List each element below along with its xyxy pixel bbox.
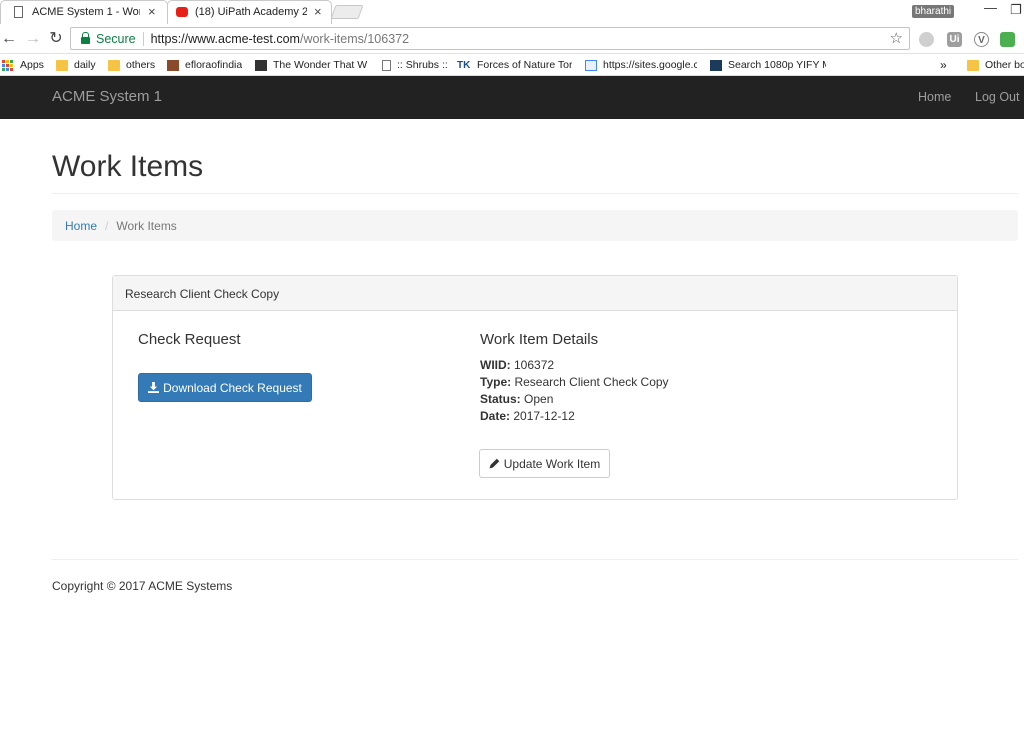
tk-icon: TK bbox=[457, 59, 471, 71]
detail-status: Status: Open bbox=[480, 392, 553, 406]
app-navbar: ACME System 1 Home Log Out bbox=[0, 76, 1024, 119]
wiid-value: 106372 bbox=[514, 358, 555, 372]
tab-acme[interactable]: ACME System 1 - Work It × bbox=[0, 0, 168, 24]
forward-arrow-icon[interactable]: → bbox=[24, 30, 42, 48]
back-arrow-icon[interactable]: ← bbox=[0, 30, 18, 48]
detail-type: Type: Research Client Check Copy bbox=[480, 375, 669, 389]
type-label: Type: bbox=[480, 375, 512, 389]
bookmark-label: daily bbox=[74, 59, 96, 71]
lock-extension-icon[interactable] bbox=[1000, 32, 1015, 47]
download-check-request-button[interactable]: Download Check Request bbox=[138, 373, 312, 402]
folder-icon bbox=[967, 59, 979, 71]
nav-logout-link[interactable]: Log Out bbox=[975, 90, 1019, 104]
page-title: Work Items bbox=[52, 150, 204, 183]
folder-icon bbox=[108, 59, 120, 71]
date-label: Date: bbox=[480, 409, 511, 423]
check-request-heading: Check Request bbox=[138, 331, 241, 348]
tab-uipath[interactable]: (18) UiPath Academy 2 - × bbox=[167, 0, 332, 24]
flower-icon bbox=[167, 59, 179, 71]
bookmark-star-icon[interactable]: ☆ bbox=[890, 29, 903, 47]
bookmark-sites[interactable]: https://sites.google.c bbox=[585, 57, 697, 73]
detail-wiid: WIID: 106372 bbox=[480, 358, 554, 372]
minimize-icon[interactable]: — bbox=[984, 0, 997, 15]
url-host: https://www.acme-test.com bbox=[150, 31, 300, 46]
apps-grid-icon bbox=[2, 59, 14, 71]
status-label: Status: bbox=[480, 392, 521, 406]
pencil-icon bbox=[489, 458, 500, 469]
folder-icon bbox=[56, 59, 68, 71]
bookmark-forces[interactable]: TK Forces of Nature Torn bbox=[457, 57, 572, 73]
bookmark-shrubs[interactable]: :: Shrubs :: bbox=[382, 57, 448, 73]
url-path: /work-items/106372 bbox=[299, 31, 410, 46]
bookmark-label: https://sites.google.c bbox=[603, 59, 697, 71]
update-button-label: Update Work Item bbox=[503, 456, 601, 471]
tab-acme-label: ACME System 1 - Work It bbox=[32, 6, 140, 18]
bookmarks-bar: Apps daily others efloraofindia The Wond… bbox=[0, 54, 1024, 76]
status-value: Open bbox=[524, 392, 554, 406]
title-divider bbox=[52, 193, 1018, 194]
nav-home-link[interactable]: Home bbox=[918, 90, 951, 104]
divider bbox=[142, 31, 144, 46]
bookmark-label: :: Shrubs :: bbox=[397, 59, 448, 71]
address-bar[interactable]: Secure https://www.acme-test.com/work-it… bbox=[70, 27, 910, 50]
bookmarks-overflow-icon[interactable]: » bbox=[940, 57, 947, 73]
footer-divider bbox=[52, 559, 1018, 560]
v-extension-icon[interactable]: V bbox=[974, 32, 989, 47]
breadcrumb-separator: / bbox=[105, 218, 109, 233]
extension-cloud-icon[interactable] bbox=[919, 32, 934, 47]
close-tab-icon[interactable]: × bbox=[148, 4, 156, 19]
wiid-label: WIID: bbox=[480, 358, 511, 372]
bookmark-others[interactable]: others bbox=[108, 57, 155, 73]
footer-copyright: Copyright © 2017 ACME Systems bbox=[52, 579, 233, 593]
tab-uipath-label: (18) UiPath Academy 2 - bbox=[195, 6, 307, 18]
bookmark-wonder[interactable]: The Wonder That Wa bbox=[255, 57, 367, 73]
browser-toolbar: ← → ↻ Secure https://www.acme-test.com/w… bbox=[0, 24, 1024, 54]
download-icon bbox=[148, 382, 160, 393]
bookmark-label: Search 1080p YIFY M bbox=[728, 59, 826, 71]
lock-icon bbox=[81, 32, 90, 44]
date-value: 2017-12-12 bbox=[513, 409, 575, 423]
bookmark-label: Forces of Nature Torn bbox=[477, 59, 572, 71]
type-value: Research Client Check Copy bbox=[514, 375, 669, 389]
brand-link[interactable]: ACME System 1 bbox=[52, 88, 162, 105]
secure-label: Secure bbox=[96, 31, 136, 46]
update-work-item-button[interactable]: Update Work Item bbox=[479, 449, 610, 478]
reload-icon[interactable]: ↻ bbox=[47, 30, 65, 48]
profile-badge[interactable]: bharathi bbox=[912, 5, 955, 18]
sites-icon bbox=[585, 59, 597, 71]
breadcrumb-home-link[interactable]: Home bbox=[65, 219, 97, 233]
museum-icon bbox=[255, 59, 267, 71]
film-icon bbox=[710, 59, 722, 71]
youtube-icon bbox=[176, 7, 188, 17]
uipath-extension-icon[interactable]: Ui bbox=[947, 32, 962, 47]
breadcrumb: Home / Work Items bbox=[52, 210, 1018, 241]
breadcrumb-current: Work Items bbox=[116, 218, 177, 233]
bookmark-daily[interactable]: daily bbox=[56, 57, 96, 73]
bookmark-label: Other bo bbox=[985, 59, 1024, 71]
panel-heading: Research Client Check Copy bbox=[113, 276, 957, 311]
browser-tabstrip: ACME System 1 - Work It × (18) UiPath Ac… bbox=[0, 0, 1024, 24]
bookmark-yify[interactable]: Search 1080p YIFY M bbox=[710, 57, 826, 73]
restore-icon[interactable]: ❐ bbox=[1010, 2, 1022, 18]
work-item-panel: Research Client Check Copy Check Request… bbox=[112, 275, 958, 500]
bookmark-label: others bbox=[126, 59, 156, 71]
bookmark-label: The Wonder That Wa bbox=[273, 59, 367, 71]
bookmark-other[interactable]: Other bo bbox=[967, 57, 1024, 73]
new-tab-button[interactable] bbox=[330, 5, 364, 19]
page-icon bbox=[14, 6, 23, 18]
work-item-details-heading: Work Item Details bbox=[480, 331, 599, 348]
bookmark-apps[interactable]: Apps bbox=[2, 57, 44, 73]
bookmark-label: efloraofindia bbox=[185, 59, 243, 71]
bookmark-efloraofindia[interactable]: efloraofindia bbox=[167, 57, 242, 73]
detail-date: Date: 2017-12-12 bbox=[480, 409, 575, 423]
close-tab-icon[interactable]: × bbox=[314, 4, 322, 19]
download-button-label: Download Check Request bbox=[163, 380, 302, 395]
bookmark-label: Apps bbox=[20, 59, 44, 71]
page-icon bbox=[382, 59, 391, 71]
